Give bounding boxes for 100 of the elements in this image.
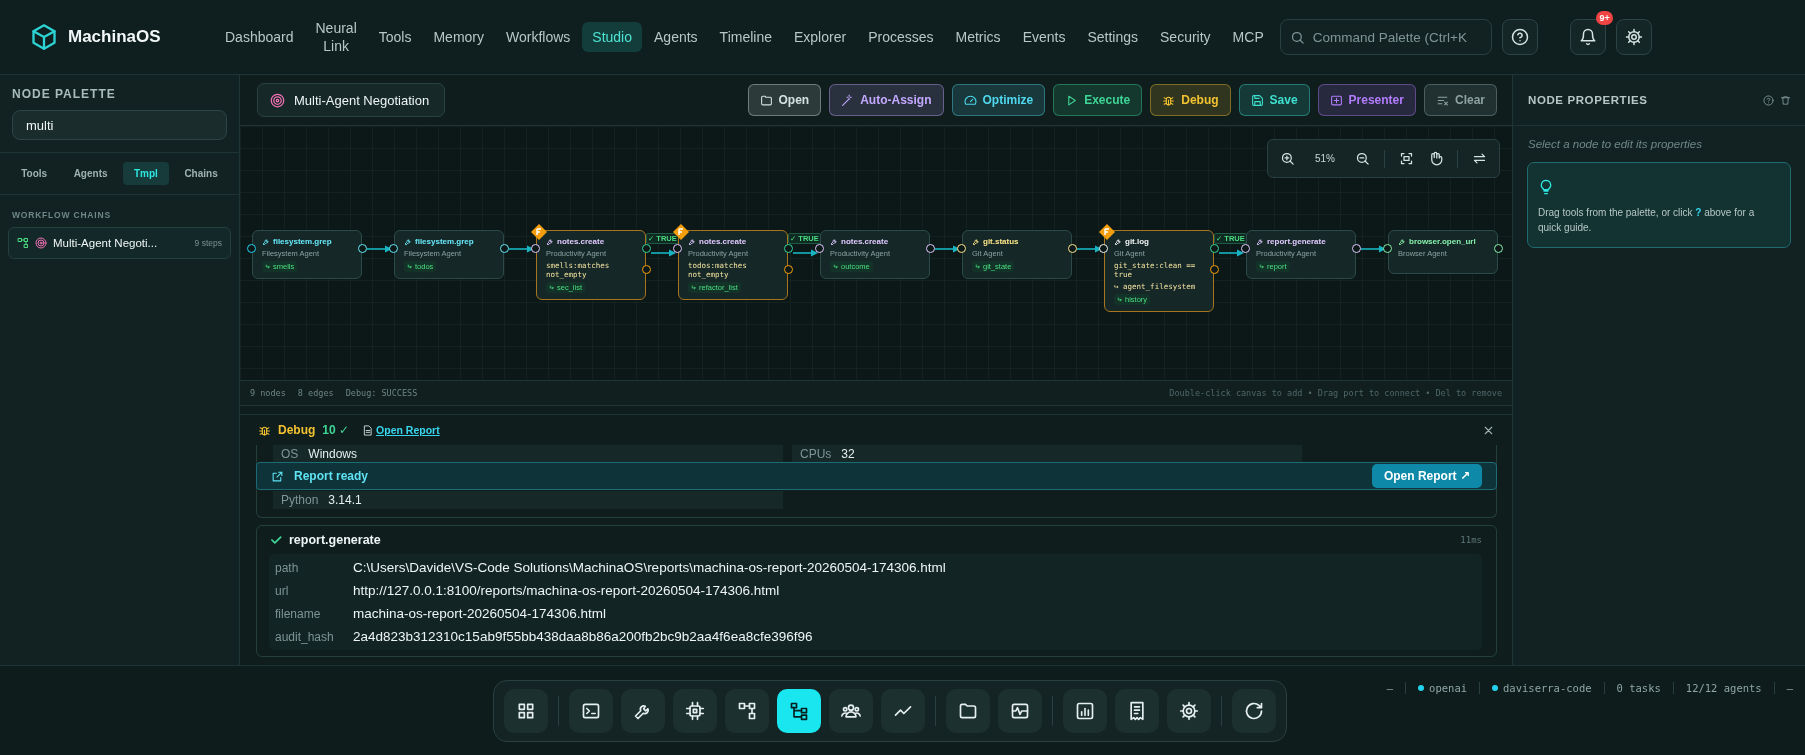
toolbar-button[interactable]: Execute — [1053, 84, 1143, 116]
canvas-stat: 8 edges — [297, 388, 334, 398]
nav-tab[interactable]: Studio — [582, 22, 642, 52]
dock-button[interactable] — [945, 688, 990, 733]
input-port[interactable] — [1241, 244, 1250, 253]
command-palette[interactable]: Command Palette (Ctrl+K — [1279, 19, 1492, 55]
node-title: browser.open_url — [1409, 237, 1476, 246]
link-arrow-icon — [1259, 263, 1265, 270]
output-port[interactable] — [1210, 244, 1219, 253]
nav-tab[interactable]: Agents — [644, 22, 708, 52]
input-port[interactable] — [815, 244, 824, 253]
search-field[interactable]: multi — [12, 110, 227, 140]
nav-tab[interactable]: Memory — [423, 22, 494, 52]
node-title: notes.create — [557, 237, 605, 246]
zoom-out-icon — [1355, 151, 1370, 166]
input-port[interactable] — [1383, 244, 1392, 253]
output-port[interactable] — [642, 244, 651, 253]
field-key: url — [275, 583, 353, 598]
dock-button[interactable] — [828, 688, 873, 733]
nav-tab[interactable]: Timeline — [709, 22, 782, 52]
dock-button[interactable] — [997, 688, 1042, 733]
nav-tab[interactable]: MCP — [1222, 22, 1274, 52]
chain-item[interactable]: Multi-Agent Negoti... 9 steps — [8, 227, 231, 259]
workflow-title[interactable]: Multi-Agent Negotiation — [257, 83, 446, 117]
external-link-icon — [271, 469, 284, 483]
node-title: git.log — [1125, 237, 1149, 246]
input-port[interactable] — [673, 244, 682, 253]
nav-tab[interactable]: Events — [1012, 22, 1076, 52]
info-value: Windows — [308, 447, 358, 461]
nav-tab[interactable]: Settings — [1077, 22, 1149, 52]
toolbar-button[interactable]: Auto-Assign — [829, 84, 944, 116]
input-port[interactable] — [389, 244, 398, 253]
status-dot-icon — [1492, 685, 1499, 691]
target-icon — [270, 92, 285, 108]
zoom-in-icon — [1280, 151, 1295, 166]
palette-tab[interactable]: Tools — [10, 162, 59, 185]
dock-button[interactable] — [1166, 688, 1211, 733]
nav-tab[interactable]: Tools — [368, 22, 422, 52]
dock-button[interactable] — [620, 688, 665, 733]
field-value: http://127.0.0.1:8100/reports/machina-os-report-20260504-174306.html — [353, 583, 780, 598]
step-duration: 11ms — [1460, 535, 1482, 545]
nav-tab[interactable]: Explorer — [784, 22, 857, 52]
output-port[interactable] — [642, 265, 651, 274]
output-port[interactable] — [500, 244, 509, 253]
output-port[interactable] — [1494, 244, 1503, 253]
nav-tab[interactable]: Security — [1150, 22, 1221, 52]
field-value: machina-os-report-20260504-174306.html — [353, 606, 606, 621]
dock-button[interactable] — [568, 688, 613, 733]
status-item: 0 tasks — [1616, 682, 1661, 694]
status-item: daviserra-code — [1503, 682, 1592, 694]
dock-button[interactable] — [672, 688, 717, 733]
chart-icon — [1074, 700, 1095, 721]
pass-count: 10 ✓ — [322, 423, 350, 437]
toolbar-button[interactable]: Open — [747, 84, 822, 116]
trash-icon — [1780, 94, 1791, 106]
nav-tab[interactable]: Dashboard — [215, 22, 304, 52]
dock-button[interactable] — [724, 688, 769, 733]
dock-button[interactable] — [776, 688, 821, 733]
dock-button[interactable] — [1062, 688, 1107, 733]
settings-button[interactable] — [1615, 19, 1652, 55]
canvas-hint: Double-click canvas to add • Drag port to connect • Del to remove — [1169, 388, 1502, 398]
output-port[interactable] — [784, 265, 793, 274]
palette-tab[interactable]: Tmpl — [123, 162, 169, 185]
help-button[interactable] — [1501, 19, 1538, 55]
nav-tab[interactable]: Processes — [858, 22, 944, 52]
tip-text: Drag tools from the palette, or click ? above for a quick guide. — [1538, 206, 1756, 235]
toolbar-button[interactable]: Clear — [1423, 84, 1497, 116]
nav-tab[interactable]: Neural Link — [305, 13, 367, 61]
status-dot-icon — [1418, 685, 1425, 691]
info-key: OS — [281, 447, 299, 461]
open-report-button[interactable]: Open Report ↗ — [1371, 464, 1482, 488]
link-arrow-icon — [549, 284, 555, 291]
toolbar-button[interactable]: Presenter — [1317, 84, 1416, 116]
palette-tab[interactable]: Agents — [62, 162, 119, 185]
toolbar-button[interactable]: Debug — [1150, 84, 1231, 116]
field-value: C:\Users\Davide\VS-Code Solutions\MachinaOS\reports\machina-os-report-20260504-174306.html — [353, 560, 946, 575]
toolbar-button[interactable]: Save — [1238, 84, 1310, 116]
open-report-link[interactable]: Open Report — [362, 424, 440, 436]
nav-tab[interactable]: Workflows — [496, 22, 581, 52]
output-port[interactable] — [1352, 244, 1361, 253]
input-port[interactable] — [247, 244, 256, 253]
input-port[interactable] — [531, 244, 540, 253]
output-port[interactable] — [784, 244, 793, 253]
hammer-icon — [546, 237, 554, 246]
empty-hint: Select a node to edit its properties — [1527, 137, 1703, 152]
palette-tab[interactable]: Chains — [173, 162, 229, 185]
dock-button[interactable] — [503, 688, 548, 733]
dock-button[interactable] — [1231, 688, 1276, 733]
dock-button[interactable] — [1114, 688, 1159, 733]
info-value: 3.14.1 — [328, 493, 362, 507]
canvas-stat: 9 nodes — [250, 388, 286, 398]
output-port[interactable] — [1210, 265, 1219, 274]
hammer-icon — [688, 237, 696, 246]
nav-tab[interactable]: Metrics — [945, 22, 1011, 52]
output-port[interactable] — [926, 244, 935, 253]
output-port[interactable] — [358, 244, 367, 253]
hammer-icon — [404, 237, 412, 246]
notifications-button[interactable] — [1569, 19, 1606, 55]
help-icon — [1510, 28, 1529, 46]
toolbar-button[interactable]: Optimize — [951, 84, 1046, 116]
